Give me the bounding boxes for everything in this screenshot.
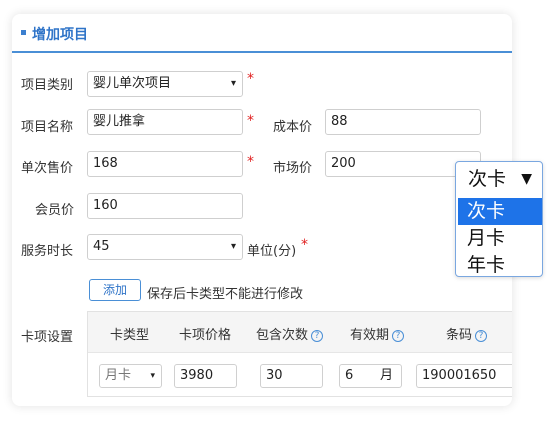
column-header-validity: 有效期? <box>350 324 405 343</box>
chevron-down-icon: ▾ <box>230 241 236 252</box>
card-type-value: 月卡 <box>105 368 132 383</box>
column-header-barcode: 条码? <box>446 324 488 343</box>
duration-label: 服务时长 <box>21 244 74 259</box>
cost-input[interactable]: 88 <box>325 109 481 135</box>
required-mark: * <box>247 113 254 129</box>
help-icon[interactable]: ? <box>475 330 488 342</box>
member-price-label: 会员价 <box>35 203 75 218</box>
member-price-input[interactable]: 160 <box>87 193 243 219</box>
dropdown-option-yue-ka[interactable]: 月卡 <box>458 225 542 252</box>
card-count-input[interactable]: 30 <box>260 364 323 388</box>
card-price-input[interactable]: 3980 <box>174 364 237 388</box>
name-value: 婴儿推拿 <box>93 114 146 129</box>
column-header-count: 包含次数? <box>256 324 324 343</box>
caret-down-icon: ▼ <box>521 171 532 187</box>
chevron-down-icon: ▾ <box>230 78 236 89</box>
dropdown-current-value: 次卡 <box>468 168 507 190</box>
card-settings-label: 卡项设置 <box>21 330 74 345</box>
category-value: 婴儿单次项目 <box>93 76 172 91</box>
required-mark: * <box>247 71 254 87</box>
validity-unit: 月 <box>380 368 394 383</box>
column-header-label: 条码 <box>446 328 473 343</box>
duration-select[interactable]: 45 ▾ <box>87 234 243 260</box>
name-input[interactable]: 婴儿推拿 <box>87 109 243 135</box>
dropdown-current[interactable]: 次卡 ▼ <box>458 164 540 195</box>
required-mark: * <box>247 154 254 170</box>
header-bullet-icon <box>21 30 26 35</box>
category-label: 项目类别 <box>21 78 74 93</box>
name-label: 项目名称 <box>21 120 74 135</box>
column-header: 卡项价格 <box>179 328 232 343</box>
help-icon[interactable]: ? <box>392 330 405 342</box>
single-price-label: 单次售价 <box>21 161 74 176</box>
cost-value: 88 <box>331 114 348 129</box>
chevron-down-icon: ▾ <box>150 371 155 381</box>
table-header: 卡类型 卡项价格 包含次数? 有效期? 条码? <box>88 312 512 353</box>
market-price-value: 200 <box>331 156 356 171</box>
market-price-label: 市场价 <box>273 161 313 176</box>
column-header: 卡类型 <box>110 328 150 343</box>
single-price-value: 168 <box>93 156 118 171</box>
duration-unit: 单位(分) <box>247 244 297 259</box>
card-barcode-input[interactable]: 190001650 <box>416 364 512 388</box>
card-type-select[interactable]: 月卡 ▾ <box>99 364 162 388</box>
column-header-label: 有效期 <box>350 328 390 343</box>
single-price-input[interactable]: 168 <box>87 151 243 177</box>
help-icon[interactable]: ? <box>311 330 324 342</box>
card-count-value: 30 <box>266 368 283 383</box>
column-header-label: 包含次数 <box>256 328 309 343</box>
card-type-dropdown[interactable]: 次卡 ▼ 次卡 月卡 年卡 <box>455 161 543 277</box>
card-validity-input[interactable]: 6 月 <box>339 364 402 388</box>
card-settings-table: 卡类型 卡项价格 包含次数? 有效期? 条码? 月卡 ▾ 3980 30 6 月… <box>87 311 512 397</box>
dropdown-option-nian-ka[interactable]: 年卡 <box>458 252 542 279</box>
add-card-button[interactable]: 添加 <box>89 279 141 301</box>
card-type-note: 保存后卡类型不能进行修改 <box>147 287 304 302</box>
dropdown-option-ci-ka[interactable]: 次卡 <box>458 198 542 225</box>
card-header: 增加项目 <box>12 14 512 53</box>
required-mark: * <box>301 237 308 253</box>
category-select[interactable]: 婴儿单次项目 ▾ <box>87 71 243 97</box>
duration-value: 45 <box>93 239 110 254</box>
add-project-card: 增加项目 项目类别 婴儿单次项目 ▾ * 项目名称 婴儿推拿 * 成本价 88 … <box>12 14 512 406</box>
card-validity-value: 6 <box>345 368 354 383</box>
card-barcode-value: 190001650 <box>422 368 497 383</box>
page-title: 增加项目 <box>32 27 88 43</box>
member-price-value: 160 <box>93 198 118 213</box>
cost-label: 成本价 <box>273 120 313 135</box>
card-price-value: 3980 <box>180 368 214 383</box>
